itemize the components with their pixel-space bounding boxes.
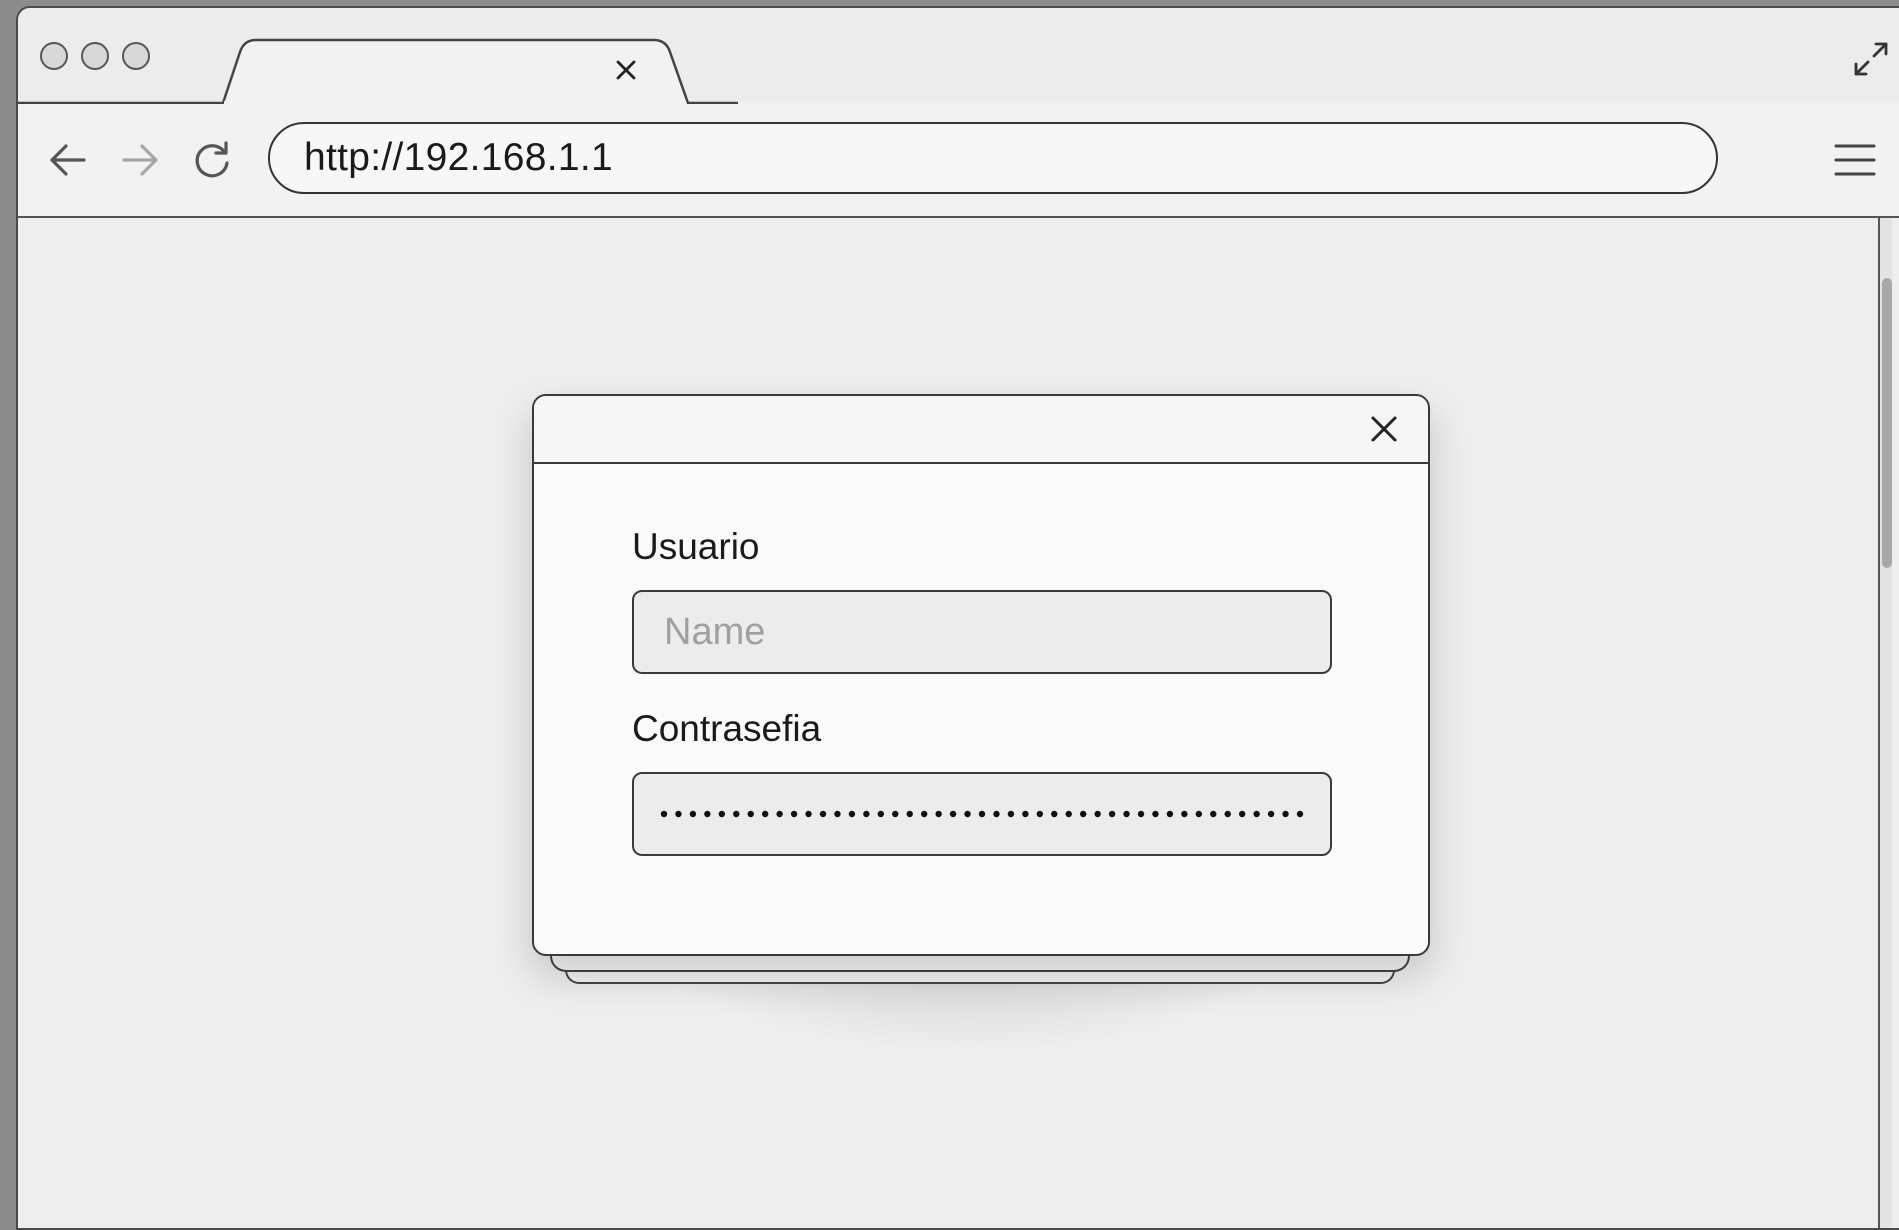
browser-toolbar: http://192.168.1.1 [18,104,1899,218]
password-dot [993,810,1000,818]
password-dot [834,810,841,818]
password-dot [1051,810,1058,818]
password-dot [892,810,899,818]
vertical-scrollbar[interactable] [1878,218,1892,1228]
password-mask [660,810,1304,818]
username-label: Usuario [632,526,760,567]
password-dot [906,810,913,818]
password-dot [689,810,697,818]
password-label: Contrasefia [632,708,822,749]
password-dot [761,810,769,818]
password-dot [1166,810,1174,818]
scrollbar-thumb[interactable] [1882,278,1892,568]
password-dot [920,810,928,818]
arrow-left-icon[interactable] [44,136,92,184]
password-dot [863,810,870,818]
password-dot [1022,810,1029,818]
password-dot [1036,810,1044,818]
password-dot [704,810,711,818]
password-dot [935,810,942,818]
password-dot [805,810,812,818]
password-dot [1079,810,1087,818]
password-input[interactable] [632,772,1332,856]
password-dot [1065,810,1072,818]
password-dot [660,810,668,818]
password-dot [790,810,798,818]
password-dot [1007,810,1015,818]
reload-icon[interactable] [188,136,236,184]
title-bar [18,8,1899,104]
expand-icon[interactable] [1850,38,1892,80]
password-dot [1224,810,1231,818]
close-icon[interactable] [608,52,644,88]
password-dot [1296,810,1304,818]
password-dot [1282,810,1289,818]
address-bar[interactable]: http://192.168.1.1 [268,122,1718,194]
password-dot [964,810,971,818]
password-dot [675,810,682,818]
username-input[interactable] [632,590,1332,674]
password-dot [747,810,754,818]
hamburger-menu-icon[interactable] [1832,138,1878,182]
password-dot [1210,810,1217,818]
password-dot [949,810,957,818]
password-dot [1253,810,1260,818]
password-dot [718,810,726,818]
login-dialog: Usuario Contrasefia [532,394,1430,956]
password-dot [1181,810,1188,818]
close-icon[interactable] [1366,411,1402,447]
password-dot [877,810,885,818]
password-dot [1152,810,1159,818]
password-dot [1094,810,1101,818]
password-dot [819,810,827,818]
password-dot [978,810,986,818]
password-dot [1267,810,1275,818]
browser-window: http://192.168.1.1 Usuario Contrasefia [16,6,1899,1230]
password-dot [776,810,783,818]
password-dot [848,810,856,818]
password-dot [733,810,740,818]
password-dot [1108,810,1116,818]
password-dot [1195,810,1203,818]
password-dot [1123,810,1130,818]
arrow-right-icon[interactable] [116,136,164,184]
password-dot [1137,810,1145,818]
dialog-header [534,396,1428,464]
password-dot [1238,810,1246,818]
